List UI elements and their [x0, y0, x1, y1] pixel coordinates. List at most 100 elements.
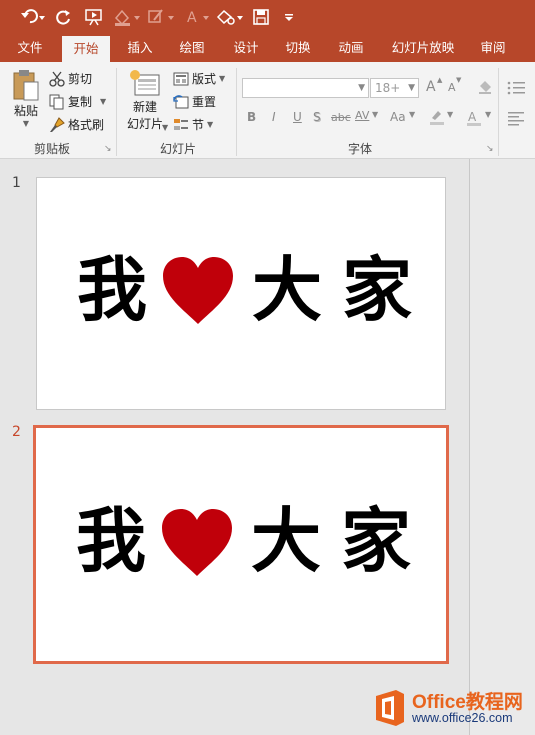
paste-dropdown-icon[interactable]: ▼ [23, 119, 29, 128]
change-case-dropdown-icon[interactable]: ▼ [409, 110, 415, 119]
reset-icon [173, 94, 189, 110]
font-name-combo[interactable]: ▼ [242, 78, 369, 98]
tab-transitions[interactable]: 切换 [276, 34, 320, 62]
new-slide-label-1: 新建 [132, 100, 157, 114]
heart-icon [163, 257, 233, 324]
font-size-value: 18+ [375, 81, 401, 95]
font-color-button[interactable]: A [466, 109, 484, 130]
clear-formatting-icon[interactable] [476, 78, 494, 99]
tab-review[interactable]: 审阅 [471, 34, 515, 62]
slide-text-char: 家 [342, 248, 412, 331]
highlight-dropdown-icon[interactable]: ▼ [447, 110, 453, 119]
underline-button[interactable]: U [293, 110, 302, 124]
new-slide-dropdown-icon[interactable]: ▼ [162, 123, 168, 132]
reset-button[interactable]: 重置 [173, 93, 216, 110]
font-group-label: 字体 [347, 142, 372, 156]
highlight-icon[interactable] [428, 108, 446, 129]
font-size-combo[interactable]: 18+ ▼ [370, 78, 419, 98]
section-button[interactable]: 节 ▼ [173, 116, 213, 133]
slide-text-char: 大 [251, 499, 321, 582]
heart-icon [162, 509, 232, 576]
tab-animations[interactable]: 动画 [329, 34, 373, 62]
tab-design[interactable]: 设计 [224, 34, 268, 62]
shrink-caret-icon: ▼ [456, 76, 462, 84]
font-size-dropdown-icon[interactable]: ▼ [408, 83, 415, 93]
paste-label: 粘贴 [13, 104, 38, 118]
slide-text-char: 家 [341, 499, 411, 582]
scissors-icon [49, 71, 65, 87]
char-spacing-button[interactable]: AV [355, 109, 369, 122]
slide-number: 1 [12, 175, 21, 191]
pen-icon [145, 6, 177, 28]
cut-label: 剪切 [68, 72, 93, 86]
brush-icon [49, 116, 65, 133]
font-color-dropdown-icon[interactable]: ▼ [485, 110, 491, 119]
shape-fill-icon [112, 6, 142, 28]
tab-slideshow[interactable]: 幻灯片放映 [383, 34, 463, 62]
align-left-icon[interactable] [507, 110, 525, 129]
font-name-dropdown-icon[interactable]: ▼ [358, 83, 365, 93]
bullets-icon[interactable] [507, 80, 525, 99]
ribbon: 粘贴 ▼ 剪切 复制 ▼ 格式刷 剪贴板 ↘ 新建 幻灯片 ▼ 版式 ▼ 重置 … [0, 62, 535, 159]
grow-font-button[interactable]: A [426, 79, 436, 95]
shapes-icon[interactable] [213, 6, 245, 28]
grow-caret-icon: ▲ [437, 76, 443, 84]
customize-toolbar-icon[interactable] [282, 6, 296, 28]
slide-thumbnail[interactable]: 我 大 家 [36, 177, 446, 410]
tab-home[interactable]: 开始 [62, 36, 110, 62]
layout-button[interactable]: 版式 ▼ [173, 70, 225, 87]
slide-number: 2 [12, 424, 21, 440]
tab-insert[interactable]: 插入 [118, 34, 162, 62]
quick-access-toolbar: A [0, 0, 535, 34]
italic-button[interactable]: I [272, 110, 276, 124]
layout-dropdown-icon[interactable]: ▼ [219, 74, 225, 83]
shadow-button[interactable]: S [313, 110, 321, 124]
separator [236, 68, 237, 156]
svg-text:A: A [187, 10, 197, 26]
editing-pane [470, 159, 535, 735]
svg-text:A: A [468, 110, 477, 124]
copy-icon [49, 94, 65, 110]
redo-icon[interactable] [54, 6, 74, 28]
slide-text-char: 我 [76, 499, 146, 582]
watermark: Office教程网 www.office26.com [372, 686, 535, 735]
section-icon [173, 117, 189, 133]
save-icon[interactable] [252, 6, 270, 28]
bold-button[interactable]: B [247, 110, 256, 124]
slide-text-char: 我 [77, 248, 147, 331]
strikethrough-button[interactable]: abc [331, 111, 351, 124]
section-dropdown-icon[interactable]: ▼ [207, 120, 213, 129]
separator [498, 68, 499, 156]
font-color-icon: A [183, 6, 213, 28]
format-painter-label: 格式刷 [68, 118, 105, 132]
char-spacing-dropdown-icon[interactable]: ▼ [372, 110, 378, 119]
section-label: 节 [192, 118, 205, 132]
change-case-button[interactable]: Aa [390, 110, 406, 124]
tab-file[interactable]: 文件 [8, 34, 52, 62]
copy-label: 复制 [68, 95, 93, 109]
clipboard-group-label: 剪贴板 [33, 142, 70, 156]
layout-label: 版式 [192, 72, 217, 86]
slide-thumbnail-selected[interactable]: 我 大 家 [33, 425, 449, 664]
paste-button[interactable]: 粘贴 ▼ [8, 68, 44, 138]
office-logo-icon [376, 690, 404, 726]
copy-dropdown-icon[interactable]: ▼ [100, 97, 106, 106]
undo-icon[interactable] [18, 6, 48, 28]
ribbon-tabs: 文件 开始 插入 绘图 设计 切换 动画 幻灯片放映 审阅 [0, 34, 535, 62]
font-launcher-icon[interactable]: ↘ [486, 144, 494, 154]
paste-icon [13, 70, 39, 101]
layout-icon [173, 71, 189, 87]
clipboard-launcher-icon[interactable]: ↘ [104, 144, 112, 154]
slides-group-label: 幻灯片 [159, 142, 196, 156]
start-from-beginning-icon[interactable] [83, 6, 105, 28]
format-painter-button[interactable]: 格式刷 [49, 116, 104, 133]
cut-button[interactable]: 剪切 [49, 70, 92, 87]
tab-draw[interactable]: 绘图 [170, 34, 214, 62]
separator [116, 68, 117, 156]
watermark-url: www.office26.com [412, 711, 513, 725]
watermark-brand: Office教程网 [412, 692, 523, 713]
copy-button[interactable]: 复制 ▼ [49, 93, 106, 110]
shrink-font-button[interactable]: A [448, 81, 456, 94]
reset-label: 重置 [192, 95, 217, 109]
slide-text-char: 大 [252, 248, 322, 331]
